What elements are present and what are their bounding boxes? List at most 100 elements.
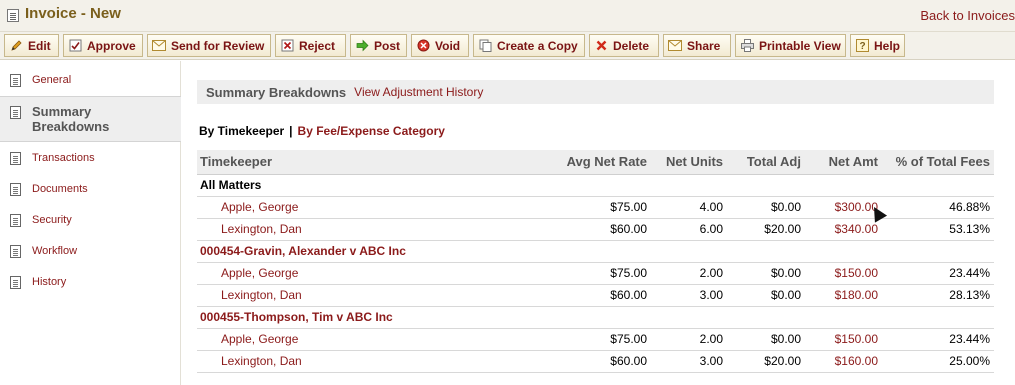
net-units-cell: 3.00: [651, 350, 727, 373]
column-header-net-units[interactable]: Net Units: [651, 150, 727, 175]
column-header-avg-net-rate[interactable]: Avg Net Rate: [537, 150, 651, 175]
by-fee-expense-category-link[interactable]: By Fee/Expense Category: [298, 124, 445, 138]
svg-text:?: ?: [859, 41, 865, 52]
matter-link[interactable]: 000455-Thompson, Tim v ABC Inc: [197, 306, 994, 329]
group-row: 000454-Gravin, Alexander v ABC Inc: [197, 240, 994, 263]
pct-total-fees-cell: 53.13%: [882, 218, 994, 241]
avg-net-rate-cell: $75.00: [537, 196, 651, 219]
pct-total-fees-cell: 23.44%: [882, 328, 994, 351]
by-timekeeper-label: By Timekeeper: [199, 124, 285, 138]
avg-net-rate-cell: $60.00: [537, 218, 651, 241]
back-to-invoices-link[interactable]: Back to Invoices: [920, 8, 1015, 23]
section-header: Summary Breakdowns View Adjustment Histo…: [197, 80, 994, 104]
table-row: Apple, George $75.00 2.00 $0.00 $150.00 …: [197, 262, 994, 285]
title-bar: Invoice - New Back to Invoices: [0, 0, 1015, 32]
sidebar-item-workflow[interactable]: Workflow: [0, 240, 181, 262]
total-adj-cell: $0.00: [727, 262, 805, 285]
sidebar-item-transactions[interactable]: Transactions: [0, 147, 181, 169]
total-adj-cell: $0.00: [727, 196, 805, 219]
net-amt-link[interactable]: $340.00: [805, 218, 882, 241]
copy-icon: [478, 39, 492, 53]
timekeeper-name-link[interactable]: Apple, George: [197, 328, 537, 351]
matter-link[interactable]: 000454-Gravin, Alexander v ABC Inc: [197, 240, 994, 263]
void-button[interactable]: Void: [411, 34, 469, 57]
sidebar-item-security[interactable]: Security: [0, 209, 181, 231]
table-row: Lexington, Dan $60.00 3.00 $0.00 $180.00…: [197, 284, 994, 307]
document-icon: [10, 213, 21, 227]
document-icon: [10, 73, 21, 87]
total-adj-cell: $20.00: [727, 350, 805, 373]
document-icon: [10, 106, 21, 119]
envelope-icon: [668, 39, 682, 53]
net-amt-link[interactable]: $160.00: [805, 350, 882, 373]
net-units-cell: 4.00: [651, 196, 727, 219]
post-button[interactable]: Post: [350, 34, 407, 57]
document-icon: [10, 151, 21, 165]
avg-net-rate-cell: $75.00: [537, 328, 651, 351]
timekeeper-name-link[interactable]: Apple, George: [197, 196, 537, 219]
pct-total-fees-cell: 46.88%: [882, 196, 994, 219]
document-icon: [10, 244, 21, 258]
share-button[interactable]: Share: [663, 34, 731, 57]
approve-button[interactable]: Approve: [63, 34, 143, 57]
pct-total-fees-cell: 28.13%: [882, 284, 994, 307]
arrow-right-icon: [355, 39, 369, 53]
column-header-total-adj[interactable]: Total Adj: [727, 150, 805, 175]
timekeeper-name-link[interactable]: Lexington, Dan: [197, 284, 537, 307]
timekeeper-name-link[interactable]: Lexington, Dan: [197, 350, 537, 373]
section-title: Summary Breakdowns: [206, 84, 347, 100]
document-icon: [10, 275, 21, 289]
net-units-cell: 2.00: [651, 262, 727, 285]
help-icon: ?: [855, 39, 869, 53]
edit-button[interactable]: Edit: [4, 34, 59, 57]
timekeeper-breakdown-table: Timekeeper Avg Net Rate Net Units Total …: [197, 150, 994, 373]
table-row: Lexington, Dan $60.00 3.00 $20.00 $160.0…: [197, 350, 994, 373]
approve-icon: [68, 39, 82, 53]
group-row: 000455-Thompson, Tim v ABC Inc: [197, 306, 994, 329]
sidebar-item-summary-breakdowns[interactable]: Summary Breakdowns: [0, 96, 181, 142]
sidebar-item-general[interactable]: General: [0, 69, 181, 91]
net-units-cell: 6.00: [651, 218, 727, 241]
document-icon: [10, 182, 21, 196]
total-adj-cell: $0.00: [727, 284, 805, 307]
table-header-row: Timekeeper Avg Net Rate Net Units Total …: [197, 150, 994, 175]
action-toolbar: Edit Approve Send for Review Reject Post…: [0, 32, 1015, 60]
send-for-review-button[interactable]: Send for Review: [147, 34, 271, 57]
column-header-timekeeper[interactable]: Timekeeper: [197, 150, 537, 175]
net-amt-link[interactable]: $150.00: [805, 262, 882, 285]
view-adjustment-history-link[interactable]: View Adjustment History: [354, 85, 483, 99]
avg-net-rate-cell: $60.00: [537, 350, 651, 373]
pct-total-fees-cell: 25.00%: [882, 350, 994, 373]
void-icon: [416, 39, 430, 53]
timekeeper-name-link[interactable]: Apple, George: [197, 262, 537, 285]
toggle-separator: |: [289, 124, 293, 138]
delete-button[interactable]: Delete: [589, 34, 659, 57]
sidebar-nav: General Summary Breakdowns Transactions …: [0, 61, 181, 385]
sidebar-item-history[interactable]: History: [0, 271, 181, 293]
printable-view-button[interactable]: Printable View: [735, 34, 846, 57]
net-amt-link[interactable]: $180.00: [805, 284, 882, 307]
timekeeper-name-link[interactable]: Lexington, Dan: [197, 218, 537, 241]
delete-x-icon: [594, 39, 608, 53]
page-title: Invoice - New: [25, 5, 121, 22]
reject-button[interactable]: Reject: [275, 34, 346, 57]
sidebar-item-documents[interactable]: Documents: [0, 178, 181, 200]
envelope-icon: [152, 39, 166, 53]
net-units-cell: 2.00: [651, 328, 727, 351]
help-button[interactable]: ? Help: [850, 34, 905, 57]
group-row: All Matters: [197, 174, 994, 197]
avg-net-rate-cell: $60.00: [537, 284, 651, 307]
main-content: Summary Breakdowns View Adjustment Histo…: [182, 61, 1015, 385]
pencil-icon: [9, 39, 23, 53]
net-units-cell: 3.00: [651, 284, 727, 307]
breakdown-toggle: By Timekeeper | By Fee/Expense Category: [199, 124, 445, 138]
column-header-net-amt[interactable]: Net Amt: [805, 150, 882, 175]
create-a-copy-button[interactable]: Create a Copy: [473, 34, 585, 57]
reject-icon: [280, 39, 294, 53]
invoice-document-icon: [7, 9, 19, 22]
group-label: All Matters: [197, 174, 994, 197]
net-amt-link[interactable]: $150.00: [805, 328, 882, 351]
column-header-pct-total-fees[interactable]: % of Total Fees: [882, 150, 994, 175]
total-adj-cell: $20.00: [727, 218, 805, 241]
table-row: Apple, George $75.00 2.00 $0.00 $150.00 …: [197, 328, 994, 351]
